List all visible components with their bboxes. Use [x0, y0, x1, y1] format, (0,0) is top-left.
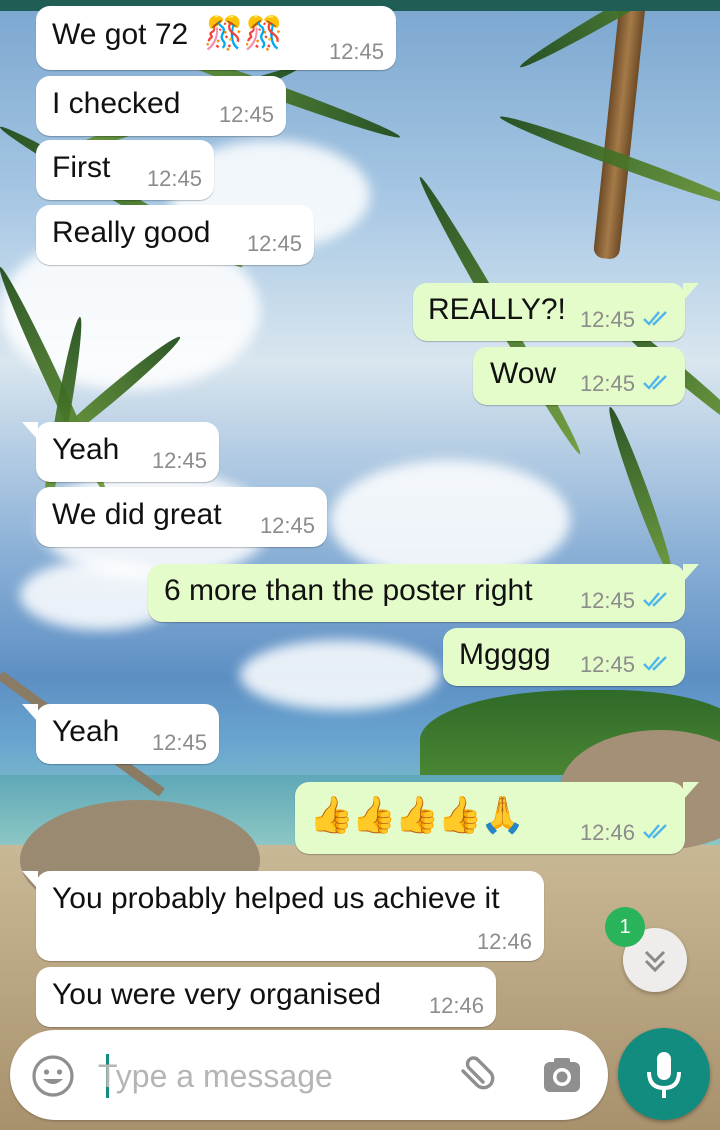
outgoing-message[interactable]: Wow 12:45	[473, 347, 685, 405]
message-time: 12:46	[428, 993, 484, 1018]
message-time: 12:45	[246, 231, 302, 256]
outgoing-message[interactable]: 👍👍👍👍🙏 12:46	[295, 782, 699, 854]
double-check-icon	[643, 592, 667, 607]
message-time: 12:46	[476, 929, 532, 954]
message-time: 12:45	[579, 588, 635, 613]
message-text: Mgggg	[459, 638, 551, 671]
attach-button[interactable]	[450, 1052, 498, 1100]
paperclip-icon	[461, 1056, 495, 1090]
incoming-message[interactable]: I checked 12:45	[36, 76, 286, 136]
microphone-icon	[647, 1052, 681, 1098]
message-time: 12:46	[579, 820, 635, 845]
message-composer	[10, 1030, 608, 1120]
incoming-message[interactable]: Really good 12:45	[36, 205, 314, 265]
message-input[interactable]	[96, 1048, 440, 1104]
message-time: 12:45	[146, 166, 202, 191]
incoming-message[interactable]: We did great 12:45	[36, 487, 327, 547]
double-check-icon	[643, 311, 667, 326]
incoming-message[interactable]: Yeah 12:45	[22, 422, 219, 482]
message-time: 12:45	[328, 39, 384, 64]
message-time: 12:45	[259, 513, 315, 538]
double-check-icon	[643, 824, 667, 839]
message-text: Wow	[490, 357, 557, 390]
emoji-button[interactable]	[30, 1053, 76, 1099]
message-time: 12:45	[218, 102, 274, 127]
message-text: We did great	[52, 498, 222, 531]
incoming-message[interactable]: We got 72 🎊🎊 12:45	[36, 6, 396, 70]
emoji-message-text: 👍👍👍👍🙏	[309, 794, 525, 835]
unread-count-badge: 1	[605, 907, 645, 947]
message-text: 6 more than the poster right	[164, 574, 533, 607]
party-popper-emoji: 🎊🎊	[204, 15, 284, 51]
message-text: You probably helped us achieve it	[52, 882, 500, 915]
camera-icon	[544, 1058, 580, 1092]
double-check-icon	[643, 375, 667, 390]
message-text: Yeah	[52, 715, 120, 748]
message-text: We got 72	[52, 18, 189, 51]
message-time: 12:45	[151, 730, 207, 755]
message-text: Yeah	[52, 433, 120, 466]
camera-button[interactable]	[540, 1054, 584, 1098]
outgoing-message[interactable]: Mgggg 12:45	[443, 628, 685, 686]
message-text: I checked	[52, 87, 181, 120]
incoming-message[interactable]: First 12:45	[36, 140, 214, 200]
voice-record-button[interactable]	[618, 1028, 710, 1120]
message-time: 12:45	[579, 371, 635, 396]
incoming-message[interactable]: You probably helped us achieve it 12:46	[22, 871, 544, 961]
double-check-icon	[643, 656, 667, 671]
outgoing-message[interactable]: 6 more than the poster right 12:45	[148, 564, 699, 622]
message-time: 12:45	[151, 448, 207, 473]
message-text: You were very organised	[52, 978, 382, 1011]
incoming-message[interactable]: You were very organised 12:46	[36, 967, 496, 1027]
incoming-message[interactable]: Yeah 12:45	[22, 704, 219, 764]
emoji-icon	[32, 1055, 74, 1097]
message-time: 12:45	[579, 652, 635, 677]
message-time: 12:45	[579, 307, 635, 332]
outgoing-message[interactable]: REALLY?! 12:45	[413, 283, 699, 341]
message-text: REALLY?!	[428, 293, 566, 326]
message-text: Really good	[52, 216, 211, 249]
message-text: First	[52, 151, 111, 184]
